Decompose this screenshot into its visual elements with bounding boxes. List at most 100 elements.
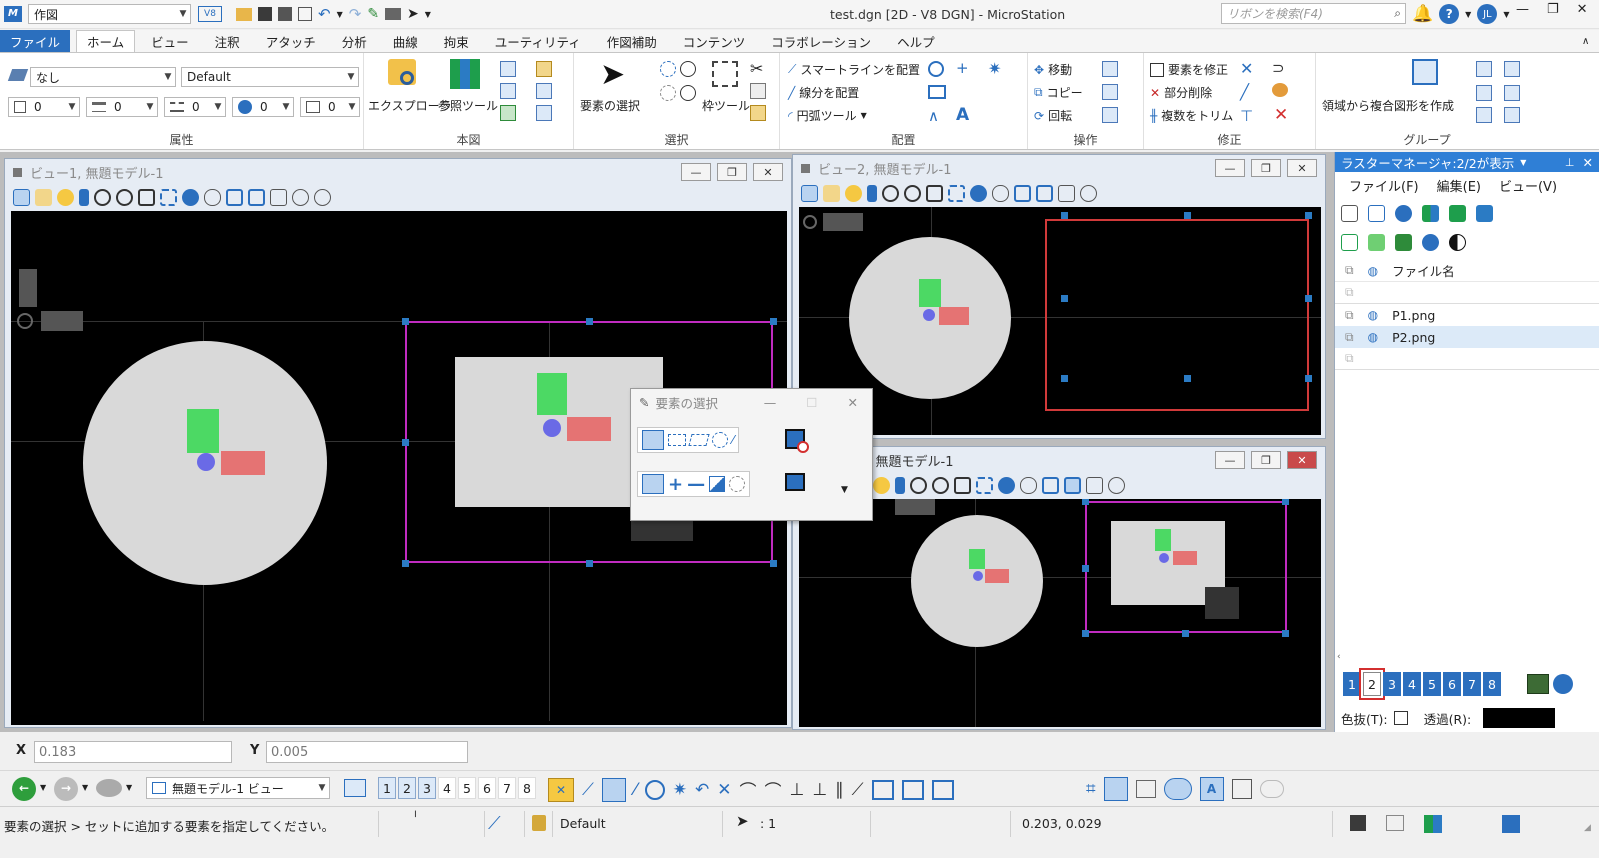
pan-view-icon[interactable] — [992, 184, 1009, 202]
view-number-button[interactable]: 2 — [1359, 668, 1385, 700]
rotate-button[interactable]: ⟳ 回転 — [1034, 107, 1072, 124]
display-sets-icon[interactable] — [536, 105, 552, 121]
clip-raster-icon[interactable] — [1368, 233, 1385, 251]
block-method-icon[interactable] — [668, 434, 686, 446]
priority-combo[interactable]: 0 ▼ — [300, 97, 360, 117]
transparency-color-swatch[interactable] — [1483, 708, 1556, 728]
selection-handle[interactable] — [770, 318, 777, 325]
ribbon-search-input[interactable]: リボンを検索(F4) ⌕ — [1221, 3, 1406, 24]
horizontal-scrollbar[interactable]: ‹ — [1337, 652, 1597, 664]
redo-icon[interactable]: ↷ — [349, 5, 362, 23]
snap-through-icon[interactable]: ⟋ — [852, 780, 864, 800]
linestyle-combo[interactable]: 0 ▼ — [164, 97, 226, 117]
invert-mode-icon[interactable] — [709, 476, 726, 492]
view-toggle-button[interactable]: 7 — [498, 777, 516, 799]
view-toggle-button[interactable]: 5 — [458, 777, 476, 799]
save-icon[interactable] — [258, 7, 272, 21]
drop-icon[interactable] — [1476, 85, 1492, 101]
minimize-button[interactable]: — — [681, 163, 711, 181]
view-canvas-2[interactable] — [799, 207, 1321, 435]
chevron-down-icon[interactable]: ▼ — [1465, 10, 1471, 19]
lock-icon[interactable] — [532, 815, 546, 831]
contrast-icon[interactable] — [1449, 233, 1466, 251]
chevron-down-icon[interactable]: ▼ — [337, 10, 343, 19]
copy-view-icon[interactable] — [1086, 476, 1103, 494]
copy-view-icon[interactable] — [270, 188, 287, 206]
cell-icon[interactable]: ✷ — [988, 59, 1001, 78]
selection-handle[interactable] — [1305, 212, 1312, 219]
pan-view-icon[interactable] — [1020, 476, 1037, 494]
snap-origin-icon[interactable]: ✷ — [673, 780, 687, 800]
view-attributes-icon[interactable] — [13, 188, 30, 206]
search-icon[interactable]: ⌕ — [1394, 6, 1401, 21]
print-icon[interactable] — [1527, 674, 1549, 694]
swap-icon[interactable] — [1449, 204, 1466, 222]
panel-menu-item[interactable]: ビュー(V) — [1499, 176, 1557, 195]
circle-icon[interactable] — [928, 61, 944, 77]
mirror-icon[interactable] — [1102, 84, 1118, 100]
extend-icon[interactable]: ╱ — [1240, 83, 1249, 101]
individual-method-icon[interactable] — [642, 430, 664, 450]
ribbon-tab[interactable]: ビュー — [141, 30, 199, 52]
x-coordinate-field[interactable]: 0.183 — [34, 741, 232, 763]
transparency-combo[interactable]: 0 ▼ — [232, 97, 294, 117]
panel-menu-item[interactable]: 編集(E) — [1437, 176, 1481, 195]
ribbon-tab[interactable]: アタッチ — [256, 30, 326, 52]
undo-icon[interactable]: ↶ — [318, 5, 331, 23]
line-button[interactable]: ╱ 線分を配置 — [788, 84, 859, 101]
text-group-icon[interactable] — [1476, 107, 1492, 123]
ribbon-tab[interactable]: 拘束 — [434, 30, 479, 52]
hatch-icon[interactable] — [1504, 85, 1520, 101]
globe-icon[interactable] — [1553, 674, 1573, 694]
snap-toggle-icon[interactable]: ✕ — [548, 777, 574, 802]
modify-element-button[interactable]: 要素を修正 — [1150, 61, 1228, 78]
active-level[interactable]: Default — [560, 816, 606, 831]
close-icon[interactable]: ✕ — [1583, 155, 1593, 170]
selection-handle[interactable] — [402, 560, 409, 567]
selection-handle[interactable] — [1182, 630, 1189, 637]
view-toggle-button[interactable]: 8 — [518, 777, 536, 799]
minimize-button[interactable]: — — [1215, 159, 1245, 177]
snap-bounding-icon[interactable] — [871, 779, 894, 800]
user-avatar[interactable]: JL — [1477, 4, 1498, 24]
zoom-out-icon[interactable] — [932, 476, 949, 494]
select-all-icon[interactable] — [660, 61, 676, 77]
chevron-down-icon[interactable]: ▼ — [425, 10, 431, 19]
selection-handle[interactable] — [402, 318, 409, 325]
fence-tool-button[interactable]: 枠ツール — [702, 97, 750, 114]
style-combo[interactable]: Default ▼ — [181, 67, 359, 87]
y-coordinate-field[interactable]: 0.005 — [266, 741, 468, 763]
ribbon-tab[interactable]: 作図補助 — [597, 30, 667, 52]
selection-handle[interactable] — [1082, 565, 1089, 572]
paste-icon[interactable] — [750, 105, 766, 121]
fit-view-icon[interactable] — [160, 188, 177, 206]
array-icon[interactable] — [1102, 61, 1118, 77]
maximize-button[interactable]: ❐ — [1251, 159, 1281, 177]
align-icon[interactable] — [1102, 107, 1118, 123]
zoom-out-icon[interactable] — [904, 184, 921, 202]
snap-keypoint-icon[interactable]: ⟋ — [582, 780, 594, 800]
reference-tool-button[interactable]: 参照ツール — [438, 97, 498, 114]
workset-combo[interactable]: 作図 ▼ — [28, 4, 191, 24]
rotate-view-icon[interactable] — [182, 188, 199, 206]
selection-handle[interactable] — [586, 318, 593, 325]
view-number-button[interactable]: 4 — [1403, 672, 1421, 696]
ribbon-tab[interactable]: ヘルプ — [887, 30, 945, 52]
fit-view-icon[interactable] — [976, 476, 993, 494]
snap-tangent-icon[interactable]: ⌒ — [740, 777, 757, 802]
close-icon[interactable]: ✕ — [848, 395, 858, 410]
selection-handle[interactable] — [1184, 212, 1191, 219]
color-combo[interactable]: 0 ▼ — [8, 97, 80, 117]
select-raster-icon[interactable] — [1476, 204, 1493, 222]
level-combo[interactable]: なし ▼ — [30, 67, 176, 87]
subtract-mode-icon[interactable]: — — [687, 474, 705, 495]
snap-bisector-icon[interactable]: ↶ — [695, 780, 709, 800]
selection-handle[interactable] — [770, 560, 777, 567]
back-icon[interactable]: ← — [12, 777, 36, 801]
clip-volume-icon[interactable] — [1080, 184, 1097, 202]
select-all-icon[interactable] — [785, 473, 805, 491]
selection-handle[interactable] — [1305, 375, 1312, 382]
region-icon[interactable] — [1412, 59, 1438, 85]
chevron-down-icon[interactable]: ▼ — [40, 783, 46, 792]
v8-icon[interactable]: V8 — [198, 6, 222, 22]
